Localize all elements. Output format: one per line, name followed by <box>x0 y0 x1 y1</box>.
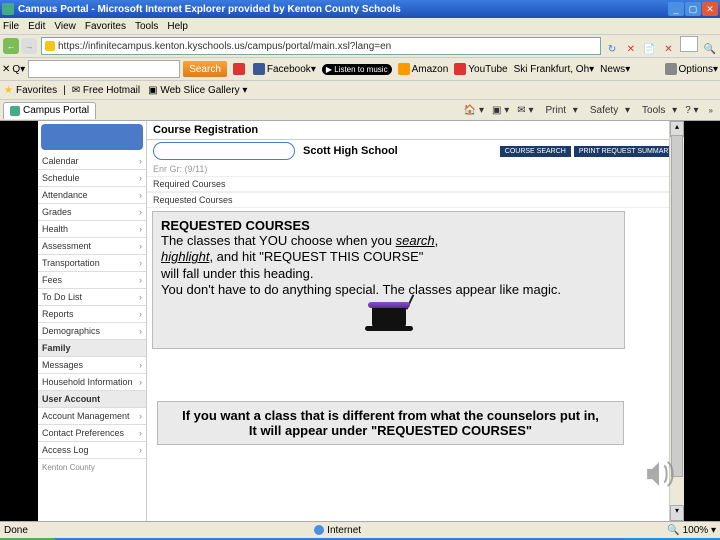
school-name: Scott High School <box>303 145 398 157</box>
course-search-button[interactable]: COURSE SEARCH <box>500 146 571 157</box>
search-provider-icon[interactable]: ✕ <box>661 42 675 56</box>
favorites-bar: ★ Favorites | ✉ Free Hotmail ▣ Web Slice… <box>0 81 720 100</box>
print-summary-button[interactable]: PRINT REQUEST SUMMARY <box>574 146 678 157</box>
sidebar-header-family: Family <box>38 340 146 357</box>
back-button[interactable]: ← <box>3 38 19 54</box>
sidebar-item[interactable]: Account Management› <box>38 408 146 425</box>
tab-strip: Campus Portal 🏠 ▾ ▣ ▾ ✉ ▾ Print ▾ Safety… <box>0 100 720 121</box>
menu-file[interactable]: File <box>3 21 19 32</box>
toolbar-search-button[interactable]: Search <box>183 61 227 77</box>
sidebar-item[interactable]: Transportation› <box>38 255 146 272</box>
lock-icon <box>45 41 55 51</box>
page-title: Course Registration <box>147 121 684 140</box>
sidebar-item[interactable]: Health› <box>38 221 146 238</box>
compat-icon[interactable]: 📄 <box>643 42 657 56</box>
sidebar-item[interactable]: Contact Preferences› <box>38 425 146 442</box>
sidebar-item[interactable]: Assessment› <box>38 238 146 255</box>
enrollment-label: Enr Gr: (9/11) <box>147 162 684 176</box>
music-item[interactable]: ▶ Listen to music <box>322 64 392 75</box>
student-name-box[interactable] <box>41 124 143 150</box>
sidebar-item[interactable]: Demographics› <box>38 323 146 340</box>
url-text: https://infinitecampus.kenton.kyschools.… <box>58 41 391 52</box>
feeds-icon[interactable]: ▣ ▾ <box>492 105 509 116</box>
menu-edit[interactable]: Edit <box>28 21 45 32</box>
sidebar-header-user: User Account <box>38 391 146 408</box>
district-label: Kenton County <box>38 459 146 476</box>
tab-campus-portal[interactable]: Campus Portal <box>3 102 96 119</box>
menu-tools[interactable]: Tools <box>135 21 158 32</box>
refresh-icon[interactable]: ↻ <box>605 42 619 56</box>
callout-bottom: If you want a class that is different fr… <box>157 401 624 445</box>
menu-favorites[interactable]: Favorites <box>85 21 126 32</box>
favorites-button[interactable]: Favorites <box>16 85 57 96</box>
sidebar-item[interactable]: Access Log› <box>38 442 146 459</box>
webslice-link[interactable]: ▣ Web Slice Gallery ▾ <box>148 85 247 96</box>
close-button[interactable]: ✕ <box>702 2 718 16</box>
home-icon[interactable]: 🏠 ▾ <box>464 105 484 116</box>
help-icon[interactable]: ? ▾ <box>685 105 698 116</box>
minimize-button[interactable]: _ <box>668 2 684 16</box>
sidebar-item[interactable]: Household Information› <box>38 374 146 391</box>
zoom-label[interactable]: 🔍 100% ▾ <box>667 525 716 536</box>
news-item[interactable]: News ▾ <box>600 64 630 75</box>
sidebar-item[interactable]: Calendar› <box>38 153 146 170</box>
sidebar-item[interactable]: Grades› <box>38 204 146 221</box>
callout-body: The classes that YOU choose when you sea… <box>161 233 616 298</box>
portal-sidebar: Calendar› Schedule› Attendance› Grades› … <box>38 121 147 521</box>
scroll-thumb[interactable] <box>671 135 683 477</box>
address-bar: ← → https://infinitecampus.kenton.kyscho… <box>0 35 720 58</box>
sidebar-item[interactable]: Reports› <box>38 306 146 323</box>
school-pill <box>153 142 295 160</box>
forward-button[interactable]: → <box>21 38 37 54</box>
options-item[interactable]: Options ▾ <box>665 63 719 75</box>
print-menu[interactable]: Print ▾ <box>541 105 577 116</box>
star-icon[interactable]: ★ <box>4 85 13 96</box>
menu-help[interactable]: Help <box>167 21 188 32</box>
maximize-button[interactable]: ▢ <box>685 2 701 16</box>
window-title: Campus Portal - Microsoft Internet Explo… <box>18 4 667 15</box>
magic-hat-icon <box>365 302 413 338</box>
sidebar-item[interactable]: Attendance› <box>38 187 146 204</box>
toolbar-search-input[interactable] <box>28 60 180 78</box>
window-titlebar: Campus Portal - Microsoft Internet Explo… <box>0 0 720 18</box>
weather-item[interactable]: Ski Frankfurt, Oh ▾ <box>514 64 595 75</box>
amazon-item[interactable]: Amazon <box>398 63 449 75</box>
avg-item[interactable] <box>233 63 247 75</box>
slide-margin-right <box>684 121 720 521</box>
safety-menu[interactable]: Safety ▾ <box>586 105 630 116</box>
speaker-overlay-icon <box>642 457 676 491</box>
required-courses-header: Required Courses <box>147 176 684 192</box>
mail-icon[interactable]: ✉ ▾ <box>517 105 533 116</box>
search-go-icon[interactable]: 🔍 <box>703 42 717 56</box>
tools-menu[interactable]: Tools ▾ <box>638 105 677 116</box>
sidebar-item[interactable]: Messages› <box>38 357 146 374</box>
sidebar-item[interactable]: Fees› <box>38 272 146 289</box>
requested-courses-header: Requested Courses <box>147 192 684 208</box>
app-icon <box>2 3 14 15</box>
address-right: ↻ ✕ 📄 ✕ 🔍 <box>604 36 718 57</box>
menu-bar: File Edit View Favorites Tools Help <box>0 18 720 35</box>
ie-status-bar: Done Internet 🔍 100% ▾ <box>0 521 720 538</box>
page-content: Calendar› Schedule› Attendance› Grades› … <box>0 121 720 521</box>
callout-title: REQUESTED COURSES <box>161 218 616 233</box>
hotmail-link[interactable]: ✉ Free Hotmail <box>72 85 140 96</box>
sidebar-item[interactable]: Schedule› <box>38 170 146 187</box>
url-input[interactable]: https://infinitecampus.kenton.kyschools.… <box>41 37 601 55</box>
scroll-down-button[interactable]: ▾ <box>670 505 684 521</box>
toolbar-logo-icon: ✕ <box>2 64 10 75</box>
zone-label: Internet <box>327 525 361 536</box>
menu-view[interactable]: View <box>54 21 76 32</box>
facebook-item[interactable]: Facebook ▾ <box>253 63 316 75</box>
callout-requested: REQUESTED COURSES The classes that YOU c… <box>152 211 625 349</box>
status-done: Done <box>4 525 28 536</box>
school-bar: Scott High School COURSE SEARCH PRINT RE… <box>147 140 684 162</box>
avg-toolbar: ✕ Q▾ Search Facebook ▾ ▶ Listen to music… <box>0 58 720 81</box>
globe-icon <box>314 525 324 535</box>
slide-margin-left <box>0 121 38 521</box>
portal-main: Course Registration Scott High School CO… <box>147 121 684 521</box>
stop-icon[interactable]: ✕ <box>624 42 638 56</box>
browser-search-input[interactable] <box>680 36 698 52</box>
sidebar-item[interactable]: To Do List› <box>38 289 146 306</box>
youtube-item[interactable]: YouTube <box>454 63 507 75</box>
